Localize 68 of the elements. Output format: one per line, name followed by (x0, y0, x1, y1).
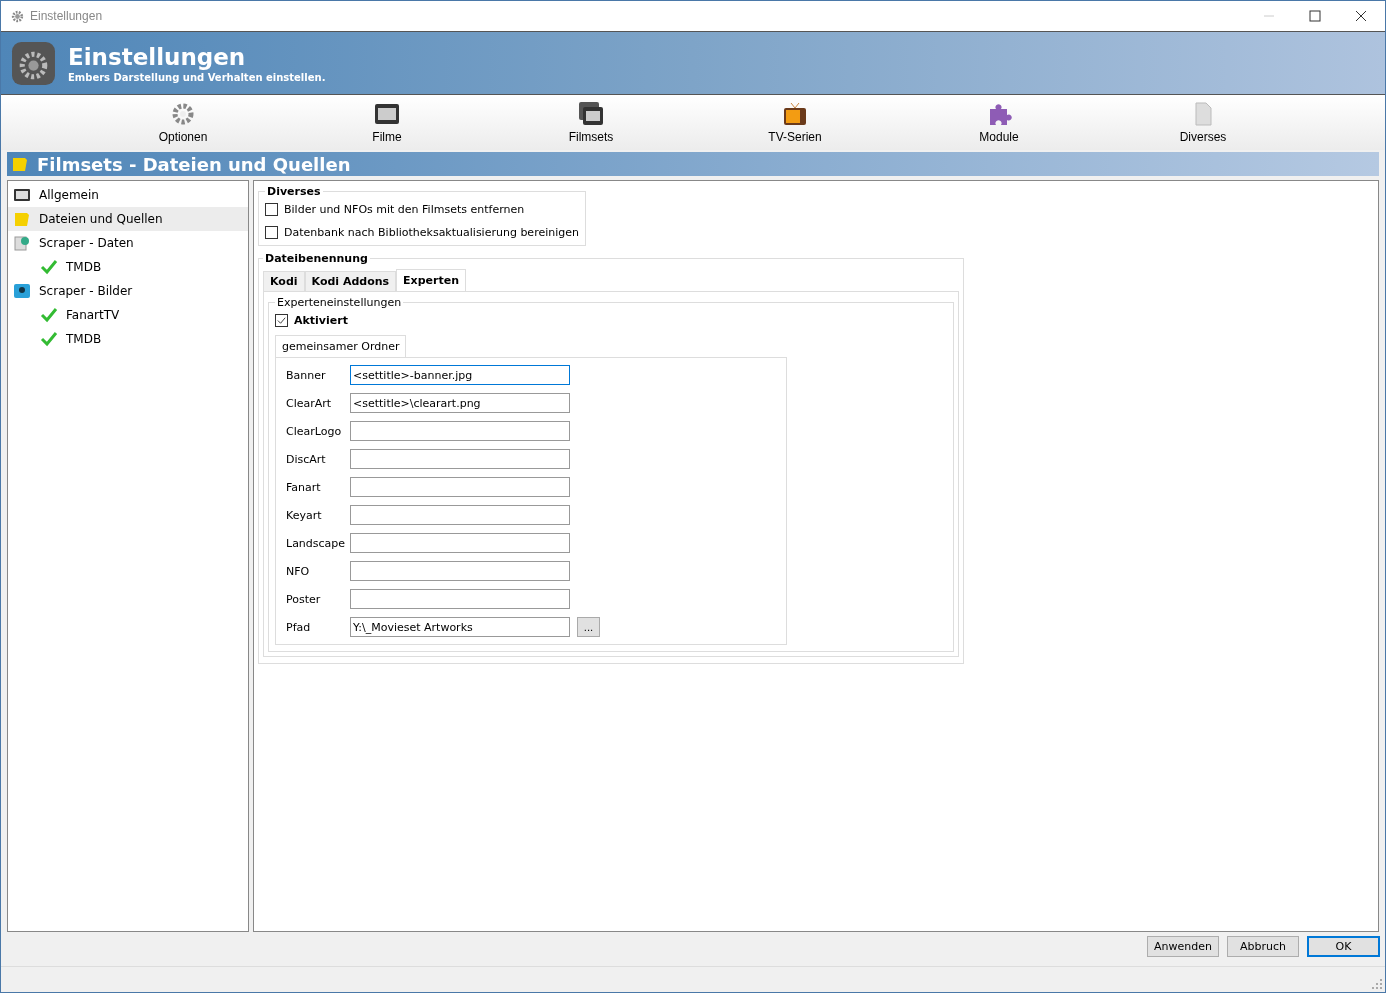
gear-icon (11, 9, 24, 23)
tab[interactable]: gemeinsamer Ordner (275, 335, 407, 357)
toolbar-button[interactable]: Module (897, 95, 1101, 150)
input-field[interactable] (350, 449, 570, 469)
field-label: ClearArt (286, 396, 333, 410)
toolbar-button[interactable]: Filmsets (489, 95, 693, 150)
image-icon (13, 282, 31, 300)
toolbar-button[interactable]: Diverses (1101, 95, 1305, 150)
close-icon[interactable] (1355, 10, 1367, 22)
maximize-icon[interactable] (1309, 10, 1321, 22)
dialog-button[interactable]: OK (1307, 936, 1380, 957)
header-subtitle: Embers Darstellung und Verhalten einstellen. (68, 71, 326, 83)
input-field[interactable]: Y:\_Movieset Artworks (350, 617, 570, 637)
field-label: DiscArt (286, 452, 327, 466)
gear-icon (170, 101, 196, 127)
group-title: Experteneinstellungen (276, 296, 403, 309)
field-label: Keyart (286, 508, 323, 522)
checkmark-icon (40, 306, 58, 324)
gear-icon (11, 40, 56, 86)
dialog-button[interactable]: Anwenden (1147, 936, 1219, 957)
sidebar-item[interactable]: TMDB (8, 255, 248, 279)
group-title: Dateibenennung (264, 252, 369, 265)
input-field[interactable]: <settitle>-banner.jpg (350, 365, 570, 385)
field-label: Banner (286, 368, 327, 382)
field-label: Poster (286, 592, 322, 606)
toolbar-button[interactable]: Filme (285, 95, 489, 150)
input-field[interactable] (350, 421, 570, 441)
toolbar-button[interactable]: Optionen (81, 95, 285, 150)
window-title: Einstellungen (30, 9, 103, 23)
input-field[interactable] (350, 477, 570, 497)
input-field[interactable] (350, 589, 570, 609)
sidebar-item[interactable]: Dateien und Quellen (8, 207, 248, 231)
checkbox[interactable] (275, 313, 288, 327)
input-field[interactable]: <settitle>\clearart.png (350, 393, 570, 413)
checkbox-label: Datenbank nach Bibliotheksaktualisierung bereinigen (284, 225, 579, 239)
dialog-button[interactable]: Abbruch (1227, 936, 1299, 957)
field-label: Landscape (286, 536, 347, 550)
section-title: Filmsets - Dateien und Quellen (37, 153, 351, 175)
sidebar-item[interactable]: Scraper - Daten (8, 231, 248, 255)
resize-grip-icon[interactable] (1372, 979, 1382, 989)
checkmark-icon (40, 330, 58, 348)
checkmark-icon (40, 258, 58, 276)
folder-icon (13, 210, 31, 228)
tab[interactable]: Kodi Addons (304, 271, 397, 291)
sidebar-item[interactable]: Allgemein (8, 183, 248, 207)
tab[interactable]: Experten (396, 269, 467, 291)
field-label: ClearLogo (286, 424, 343, 438)
sidebar-item[interactable]: Scraper - Bilder (8, 279, 248, 303)
document-icon (13, 234, 31, 252)
tv-icon (782, 101, 808, 127)
toolbar-button[interactable]: TV-Serien (693, 95, 897, 150)
input-field[interactable] (350, 561, 570, 581)
checkbox-label: Aktiviert (294, 313, 348, 327)
checkbox[interactable] (265, 225, 278, 239)
sidebar-item[interactable]: FanartTV (8, 303, 248, 327)
tab[interactable]: Kodi (263, 271, 305, 291)
checkbox-label: Bilder und NFOs mit den Filmsets entfernen (284, 202, 525, 216)
browse-button[interactable]: ... (577, 617, 600, 637)
input-field[interactable] (350, 505, 570, 525)
field-label: NFO (286, 564, 311, 578)
field-label: Fanart (286, 480, 322, 494)
sidebar-item[interactable]: TMDB (8, 327, 248, 351)
field-label: Pfad (286, 620, 312, 634)
group-title: Diverses (266, 185, 322, 198)
input-field[interactable] (350, 533, 570, 553)
folder-icon (11, 155, 29, 173)
header-title: Einstellungen (68, 43, 247, 70)
checkbox[interactable] (265, 202, 278, 216)
